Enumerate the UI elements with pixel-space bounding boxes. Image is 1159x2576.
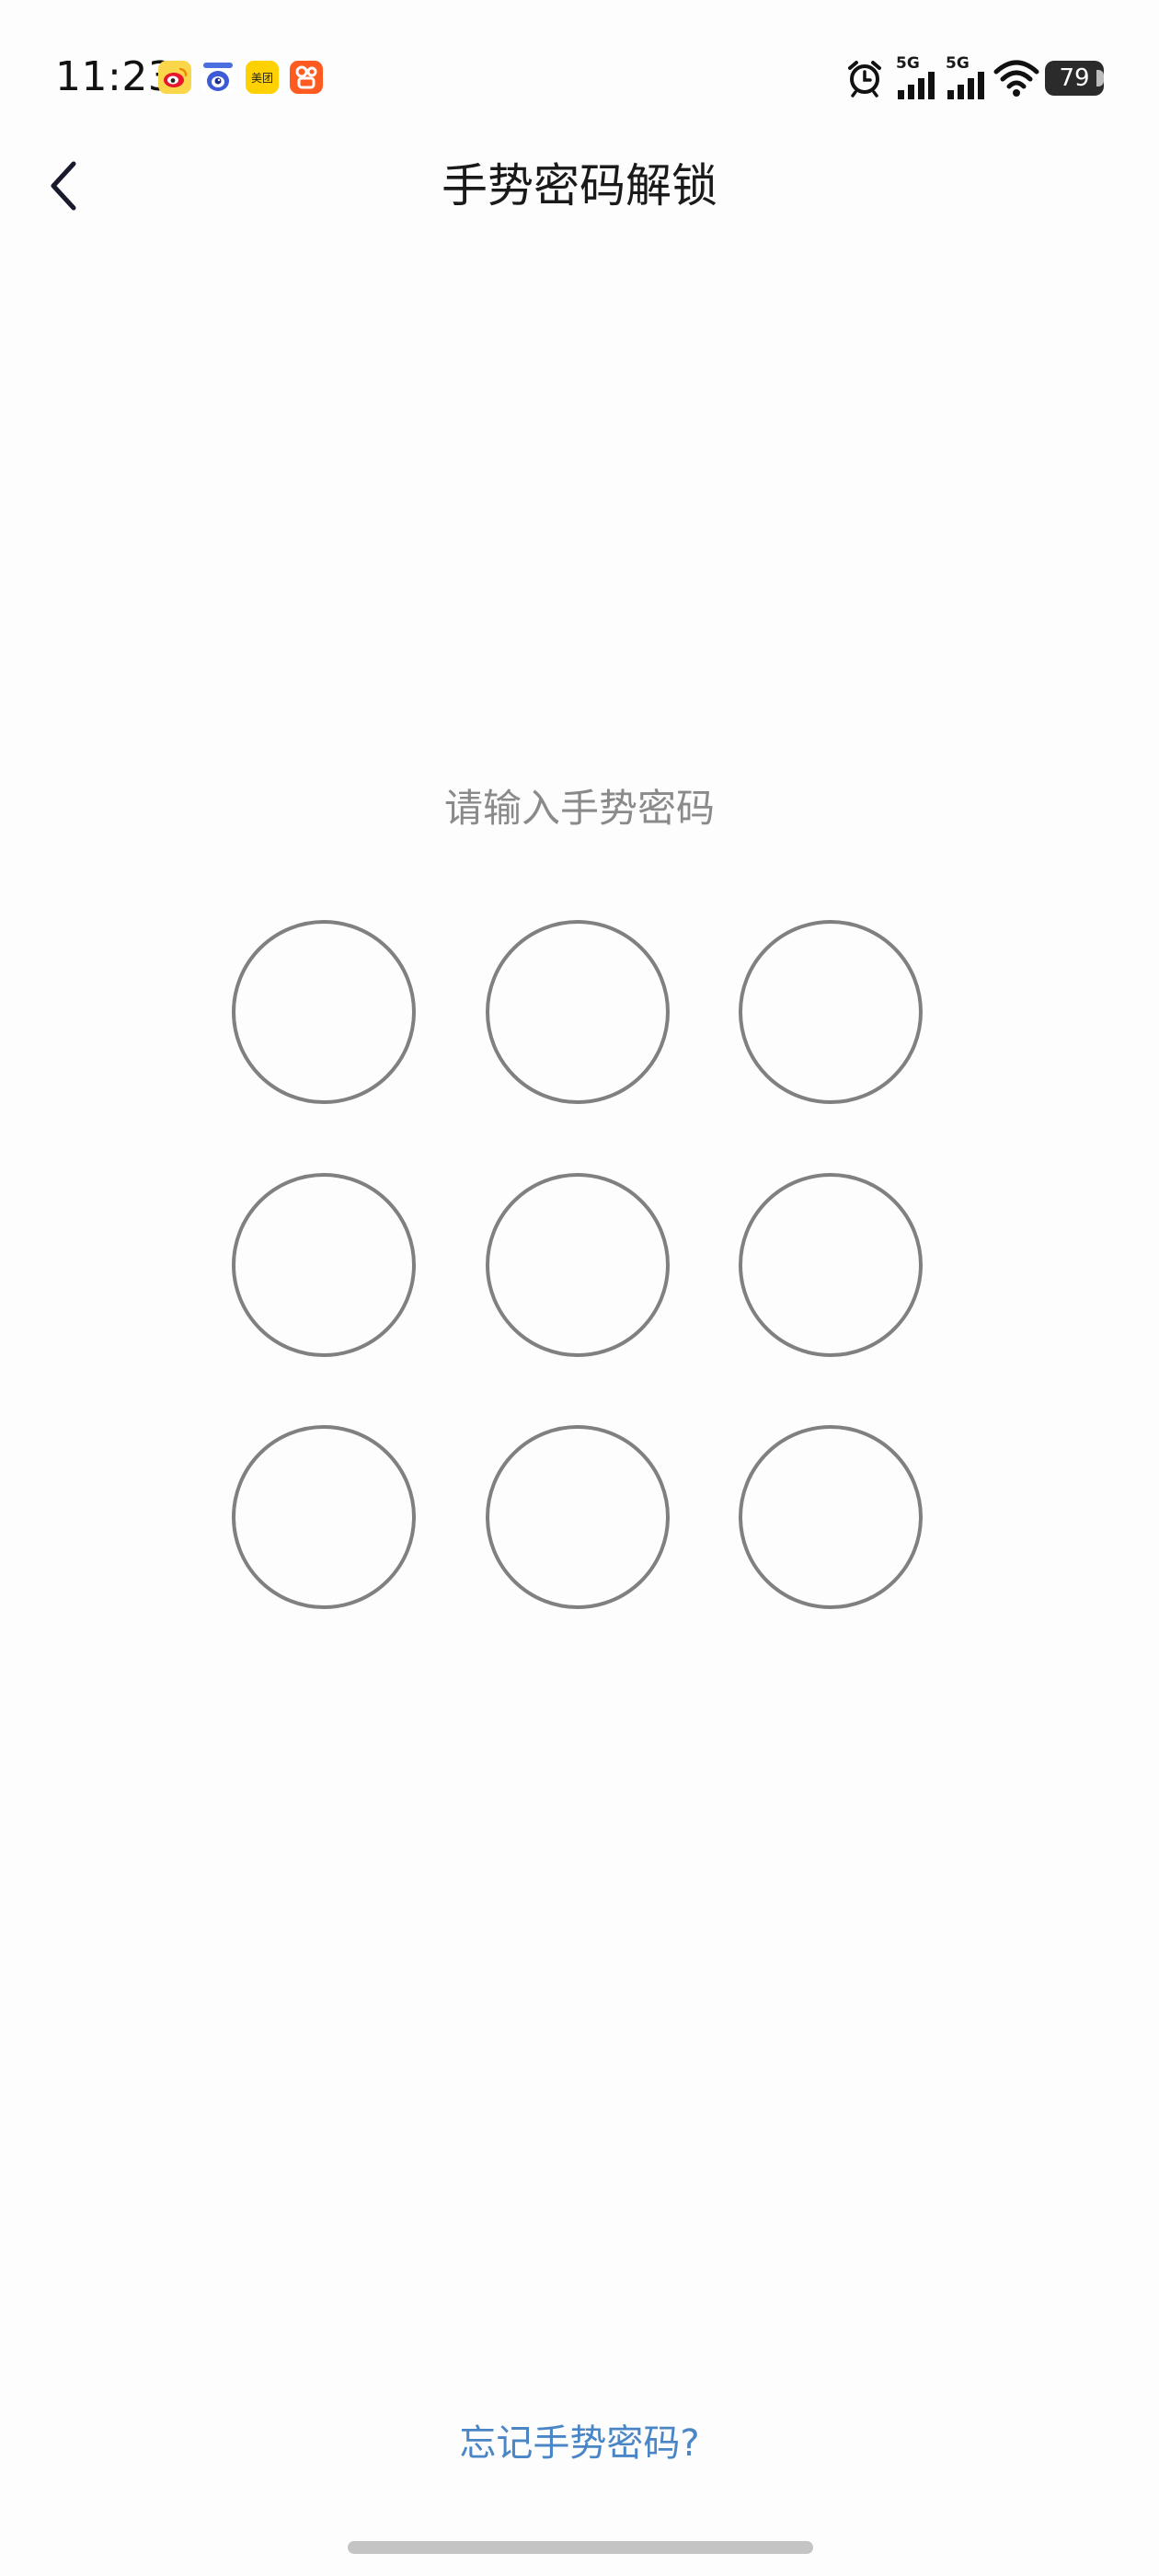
gesture-dot-5[interactable] (486, 1173, 670, 1357)
cellular-signal-2-icon: 5G (944, 55, 988, 99)
battery-tip (1096, 70, 1104, 86)
gesture-dot-2[interactable] (486, 920, 670, 1104)
page-title: 手势密码解锁 (442, 159, 717, 213)
status-time: 11:23 (55, 53, 175, 100)
cellular-signal-1-icon: 5G (894, 55, 938, 99)
forgot-gesture-link[interactable]: 忘记手势密码? (0, 2418, 1159, 2469)
gesture-prompt: 请输入手势密码 (443, 786, 715, 831)
gesture-pattern-grid[interactable] (232, 920, 929, 1617)
gesture-dot-8[interactable] (486, 1425, 670, 1609)
qq-icon (201, 61, 235, 94)
weibo-icon (158, 61, 191, 94)
kuaishou-icon (290, 61, 323, 94)
gesture-dot-7[interactable] (232, 1425, 416, 1609)
gesture-dot-3[interactable] (739, 920, 923, 1104)
battery-indicator: 79 (1045, 61, 1104, 96)
wifi-icon (993, 60, 1039, 97)
home-indicator[interactable] (348, 2541, 813, 2554)
gesture-unlock-screen: 11:23 美团 5G 5G 79 手势密码解锁 请输入手势密码 忘记手势密码? (0, 0, 1159, 2576)
alarm-icon (848, 61, 881, 98)
gesture-dot-6[interactable] (739, 1173, 923, 1357)
gesture-dot-9[interactable] (739, 1425, 923, 1609)
gesture-dot-4[interactable] (232, 1173, 416, 1357)
meituan-icon: 美团 (246, 61, 279, 94)
status-bar: 11:23 美团 5G 5G 79 (0, 0, 1159, 156)
gesture-dot-1[interactable] (232, 920, 416, 1104)
svg-text:美团: 美团 (251, 72, 273, 85)
